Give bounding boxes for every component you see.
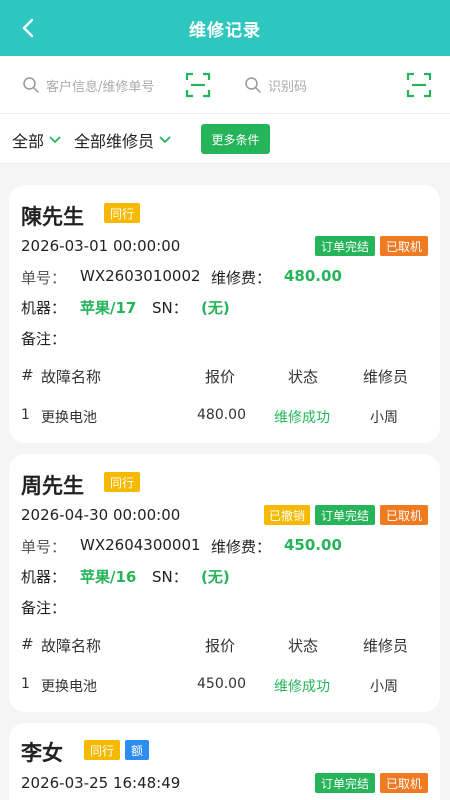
repair-fee-label: 维修费：	[211, 538, 272, 556]
sn-value: (无)	[201, 568, 230, 586]
chevron-down-icon	[49, 136, 61, 144]
machine-value: 苹果/17	[80, 299, 137, 317]
item-price: 480.00	[197, 407, 246, 423]
status-tag-completed: 订单完结	[315, 505, 375, 525]
status-tag-revoked: 已撤销	[264, 505, 310, 525]
customer-search-input[interactable]: 客户信息/维修单号	[22, 66, 172, 104]
item-fault: 更换电池	[41, 679, 97, 695]
search-icon	[245, 77, 261, 93]
scan-icon[interactable]	[185, 72, 211, 98]
status-filter-label: 全部	[12, 132, 45, 151]
col-status-header: 状态	[288, 637, 319, 655]
sn-label: SN：	[152, 568, 188, 586]
code-search-input[interactable]: 识别码	[244, 66, 384, 104]
repair-record-card[interactable]: 李女 同行 额 2026-03-25 16:48:49 订单完结 已取机	[9, 723, 440, 800]
status-tag-completed: 订单完结	[315, 236, 375, 256]
status-tag-picked-up: 已取机	[380, 505, 428, 525]
app-header: 维修记录	[0, 0, 450, 56]
status-tag-picked-up: 已取机	[380, 236, 428, 256]
customer-search-placeholder: 客户信息/维修单号	[46, 79, 155, 95]
remark-label: 备注：	[21, 330, 67, 348]
item-index: 1	[21, 676, 30, 692]
item-status: 维修成功	[274, 410, 330, 426]
repair-fee-value: 480.00	[284, 267, 342, 285]
machine-label: 机器：	[21, 568, 67, 586]
order-no-value: WX2603010002	[80, 267, 201, 285]
status-tag-completed: 订单完结	[315, 773, 375, 793]
customer-tag-2: 额	[125, 740, 149, 760]
item-index: 1	[21, 407, 30, 423]
record-datetime: 2026-04-30 00:00:00	[21, 506, 181, 524]
machine-value: 苹果/16	[80, 568, 137, 586]
customer-tag: 同行	[84, 740, 120, 760]
code-search-placeholder: 识别码	[268, 79, 308, 95]
repair-fee-value: 450.00	[284, 536, 342, 554]
back-arrow-icon	[22, 18, 34, 38]
sn-value: (无)	[201, 299, 230, 317]
machine-label: 机器：	[21, 299, 67, 317]
customer-name: 陳先生	[21, 205, 84, 229]
status-tag-picked-up: 已取机	[380, 773, 428, 793]
col-index-header: #	[21, 366, 34, 384]
customer-tag: 同行	[104, 472, 140, 492]
repair-fee-label: 维修费：	[211, 269, 272, 287]
more-conditions-button[interactable]: 更多条件	[201, 124, 270, 154]
record-datetime: 2026-03-01 00:00:00	[21, 237, 181, 255]
record-datetime: 2026-03-25 16:48:49	[21, 774, 181, 792]
col-repairer-header: 维修员	[363, 368, 409, 386]
customer-name: 李女	[21, 741, 63, 765]
item-price: 450.00	[197, 676, 246, 692]
item-repairer: 小周	[370, 410, 398, 426]
chevron-down-icon	[159, 136, 171, 144]
col-fault-header: 故障名称	[41, 637, 102, 655]
search-bar: 客户信息/维修单号 识别码	[0, 56, 450, 114]
repairer-filter-dropdown[interactable]: 全部维修员	[74, 128, 172, 152]
customer-name: 周先生	[21, 474, 84, 498]
status-filter-dropdown[interactable]: 全部	[12, 128, 62, 152]
sn-label: SN：	[152, 299, 188, 317]
customer-tag: 同行	[104, 203, 140, 223]
repairer-filter-label: 全部维修员	[74, 132, 155, 151]
page-title: 维修记录	[189, 20, 261, 41]
order-no-value: WX2604300001	[80, 536, 201, 554]
col-price-header: 报价	[205, 368, 236, 386]
item-repairer: 小周	[370, 679, 398, 695]
item-status: 维修成功	[274, 679, 330, 695]
col-index-header: #	[21, 635, 34, 653]
repair-record-card[interactable]: 周先生 同行 2026-04-30 00:00:00 已撤销 订单完结 已取机 …	[9, 454, 440, 712]
col-price-header: 报价	[205, 637, 236, 655]
order-no-label: 单号：	[21, 269, 67, 287]
scan-icon[interactable]	[406, 72, 432, 98]
col-fault-header: 故障名称	[41, 368, 102, 386]
back-button[interactable]	[14, 14, 42, 42]
col-repairer-header: 维修员	[363, 637, 409, 655]
repair-record-card[interactable]: 陳先生 同行 2026-03-01 00:00:00 订单完结 已取机 单号： …	[9, 185, 440, 443]
remark-label: 备注：	[21, 599, 67, 617]
item-fault: 更换电池	[41, 410, 97, 426]
search-icon	[23, 77, 39, 93]
order-no-label: 单号：	[21, 538, 67, 556]
col-status-header: 状态	[288, 368, 319, 386]
